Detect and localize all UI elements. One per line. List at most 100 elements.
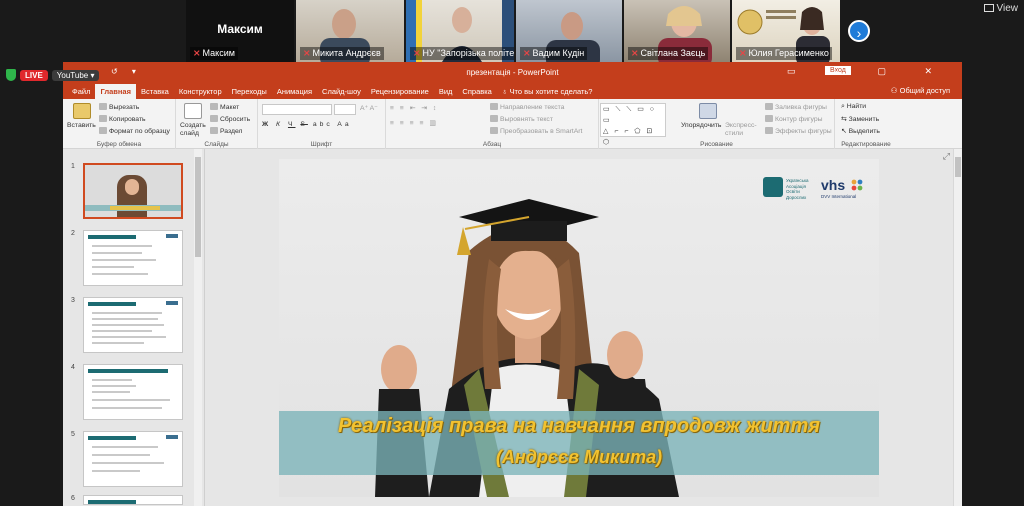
- tab-file[interactable]: Файл: [67, 84, 95, 99]
- thumb-line: [92, 312, 162, 314]
- slide-thumbnail-5[interactable]: [83, 431, 183, 487]
- list-buttons[interactable]: ≡ ≡ ⇤ ⇥ ↕: [390, 104, 438, 112]
- reset-button[interactable]: Сбросить: [210, 115, 250, 123]
- scrollbar-thumb[interactable]: [195, 157, 201, 257]
- align-text-button[interactable]: Выровнять текст: [490, 115, 553, 123]
- effects-icon: [765, 127, 773, 134]
- slide-title[interactable]: Реалізація права на навчання впродовж жи…: [279, 415, 879, 438]
- thumb-face: [125, 179, 139, 195]
- slide-number: 5: [71, 431, 75, 438]
- new-slide-button[interactable]: Создать слайд: [180, 122, 208, 138]
- layout-button[interactable]: Макет: [210, 103, 239, 111]
- font-name-input[interactable]: [262, 104, 332, 115]
- dvv-dots-icon: [851, 179, 863, 191]
- live-badge[interactable]: LIVE: [20, 69, 48, 81]
- mic-muted-icon: ⨯: [303, 48, 311, 58]
- title-bar: ↺ ▾ презентація - PowerPoint Вход ▭ – ▢ …: [63, 62, 962, 82]
- group-label: Редактирование: [841, 141, 891, 148]
- mic-muted-icon: ⨯: [739, 48, 747, 58]
- text-direction-button[interactable]: Направление текста: [490, 103, 564, 111]
- tell-me-search[interactable]: ♁ Что вы хотите сделать?: [497, 84, 598, 99]
- arrange-icon: [699, 103, 717, 119]
- align-text-icon: [490, 115, 498, 122]
- scrollbar-thumb[interactable]: [955, 157, 961, 177]
- thumbnails-scrollbar[interactable]: [194, 149, 202, 506]
- tab-transitions[interactable]: Переходы: [227, 84, 272, 99]
- youtube-badge[interactable]: YouTube ▾: [51, 69, 100, 81]
- slide-number: 6: [71, 495, 75, 502]
- participant-tile[interactable]: ⨯ НУ "Запорізька політе...: [406, 0, 514, 62]
- fill-icon: [765, 103, 773, 110]
- view-button[interactable]: View: [983, 3, 1018, 14]
- slide-thumbnail-4[interactable]: [83, 364, 183, 420]
- expand-icon[interactable]: ⤢: [943, 151, 950, 162]
- participant-tile[interactable]: ⨯ Микита Андрєєв: [296, 0, 404, 62]
- chevron-right-icon[interactable]: ›: [848, 20, 870, 42]
- tab-home[interactable]: Главная: [95, 84, 136, 99]
- slide-editor: Українська Асоціація Освіти Дорослих vhs…: [205, 149, 962, 506]
- tab-insert[interactable]: Вставка: [136, 84, 174, 99]
- slide-number: 1: [71, 163, 75, 170]
- thumb-line: [92, 379, 132, 381]
- window-controls[interactable]: ▭ – ▢ ✕: [787, 66, 950, 77]
- replace-button[interactable]: ⇆ Заменить: [841, 115, 879, 123]
- shape-outline-button[interactable]: Контур фигуры: [765, 115, 823, 123]
- current-slide[interactable]: Українська Асоціація Освіти Дорослих vhs…: [279, 159, 879, 497]
- slide-thumbnail-1[interactable]: [83, 163, 183, 219]
- cursor-icon: ↖: [841, 128, 849, 135]
- thumb-title: [110, 206, 160, 210]
- thumb-title-bar: [88, 436, 136, 440]
- cut-button[interactable]: Вырезать: [99, 103, 139, 111]
- share-button[interactable]: ⚇ Общий доступ: [891, 86, 950, 95]
- tab-slideshow[interactable]: Слайд-шоу: [317, 84, 366, 99]
- tab-help[interactable]: Справка: [457, 84, 496, 99]
- shape-fill-button[interactable]: Заливка фигуры: [765, 103, 827, 111]
- thumb-line: [92, 273, 148, 275]
- thumb-line: [92, 259, 156, 261]
- slide-number: 4: [71, 364, 75, 371]
- paste-icon: [73, 103, 91, 119]
- select-button[interactable]: ↖ Выделить: [841, 127, 880, 135]
- slide-subtitle[interactable]: (Андрєєв Микита): [279, 447, 879, 468]
- find-button[interactable]: ⌕ Найти: [841, 103, 866, 111]
- font-grow-icon[interactable]: A⁺ A⁻: [360, 104, 378, 112]
- shapes-gallery[interactable]: ▭ ⟍ ⟍ ▭ ○ ▭△ ⌐ ⌐ ⬠ ⊡ ⬡↰ ⌒ ⌒ { } ☆: [600, 103, 666, 168]
- thumb-line: [92, 245, 152, 247]
- mic-muted-icon: ⨯: [631, 48, 639, 58]
- participant-tile[interactable]: ⨯ Світлана Заєць: [624, 0, 730, 62]
- uaoo-logo-icon: [763, 177, 783, 197]
- thumb-line: [92, 336, 166, 338]
- participant-tile[interactable]: ⨯ Вадим Кудін: [516, 0, 622, 62]
- uaoo-logo-text: Українська Асоціація Освіти Дорослих: [786, 178, 809, 200]
- shape-effects-button[interactable]: Эффекты фигуры: [765, 127, 832, 135]
- thumb-line: [92, 342, 144, 344]
- participant-name: ⨯ Вадим Кудін: [520, 47, 588, 60]
- participant-tile[interactable]: Максим ⨯ Максим: [186, 0, 294, 62]
- section-button[interactable]: Раздел: [210, 127, 242, 135]
- smartart-button[interactable]: Преобразовать в SmartArt: [490, 127, 582, 135]
- font-format-buttons[interactable]: Ж К Ч S abc Aa: [262, 121, 352, 128]
- tab-animations[interactable]: Анимация: [272, 84, 317, 99]
- participant-tile[interactable]: ⨯ Юлия Герасименко: [732, 0, 840, 62]
- tab-design[interactable]: Конструктор: [174, 84, 227, 99]
- thumb-line: [92, 385, 136, 387]
- tab-review[interactable]: Рецензирование: [366, 84, 434, 99]
- paste-button[interactable]: Вставить: [67, 122, 96, 129]
- tab-view[interactable]: Вид: [434, 84, 458, 99]
- slide-thumbnail-6[interactable]: [83, 495, 183, 505]
- live-status: LIVE YouTube ▾: [6, 68, 100, 82]
- participant-name: ⨯ Микита Андрєєв: [300, 47, 384, 60]
- quick-styles-button[interactable]: Экспресс-стили: [725, 122, 759, 138]
- copy-button[interactable]: Копировать: [99, 115, 146, 123]
- align-buttons[interactable]: ≡ ≡ ≡ ≡ ▥: [390, 119, 438, 127]
- format-painter-button[interactable]: Формат по образцу: [99, 127, 170, 135]
- font-size-input[interactable]: [334, 104, 356, 115]
- slide-thumbnail-3[interactable]: [83, 297, 183, 353]
- slide-scrollbar[interactable]: [953, 149, 962, 506]
- thumb-title-bar: [88, 500, 136, 504]
- mic-muted-icon: ⨯: [523, 48, 531, 58]
- slide-thumbnail-2[interactable]: [83, 230, 183, 286]
- group-clipboard: Вставить Вырезать Копировать Формат по о…: [63, 99, 176, 149]
- arrange-button[interactable]: Упорядочить: [681, 122, 721, 129]
- smartart-icon: [490, 127, 498, 134]
